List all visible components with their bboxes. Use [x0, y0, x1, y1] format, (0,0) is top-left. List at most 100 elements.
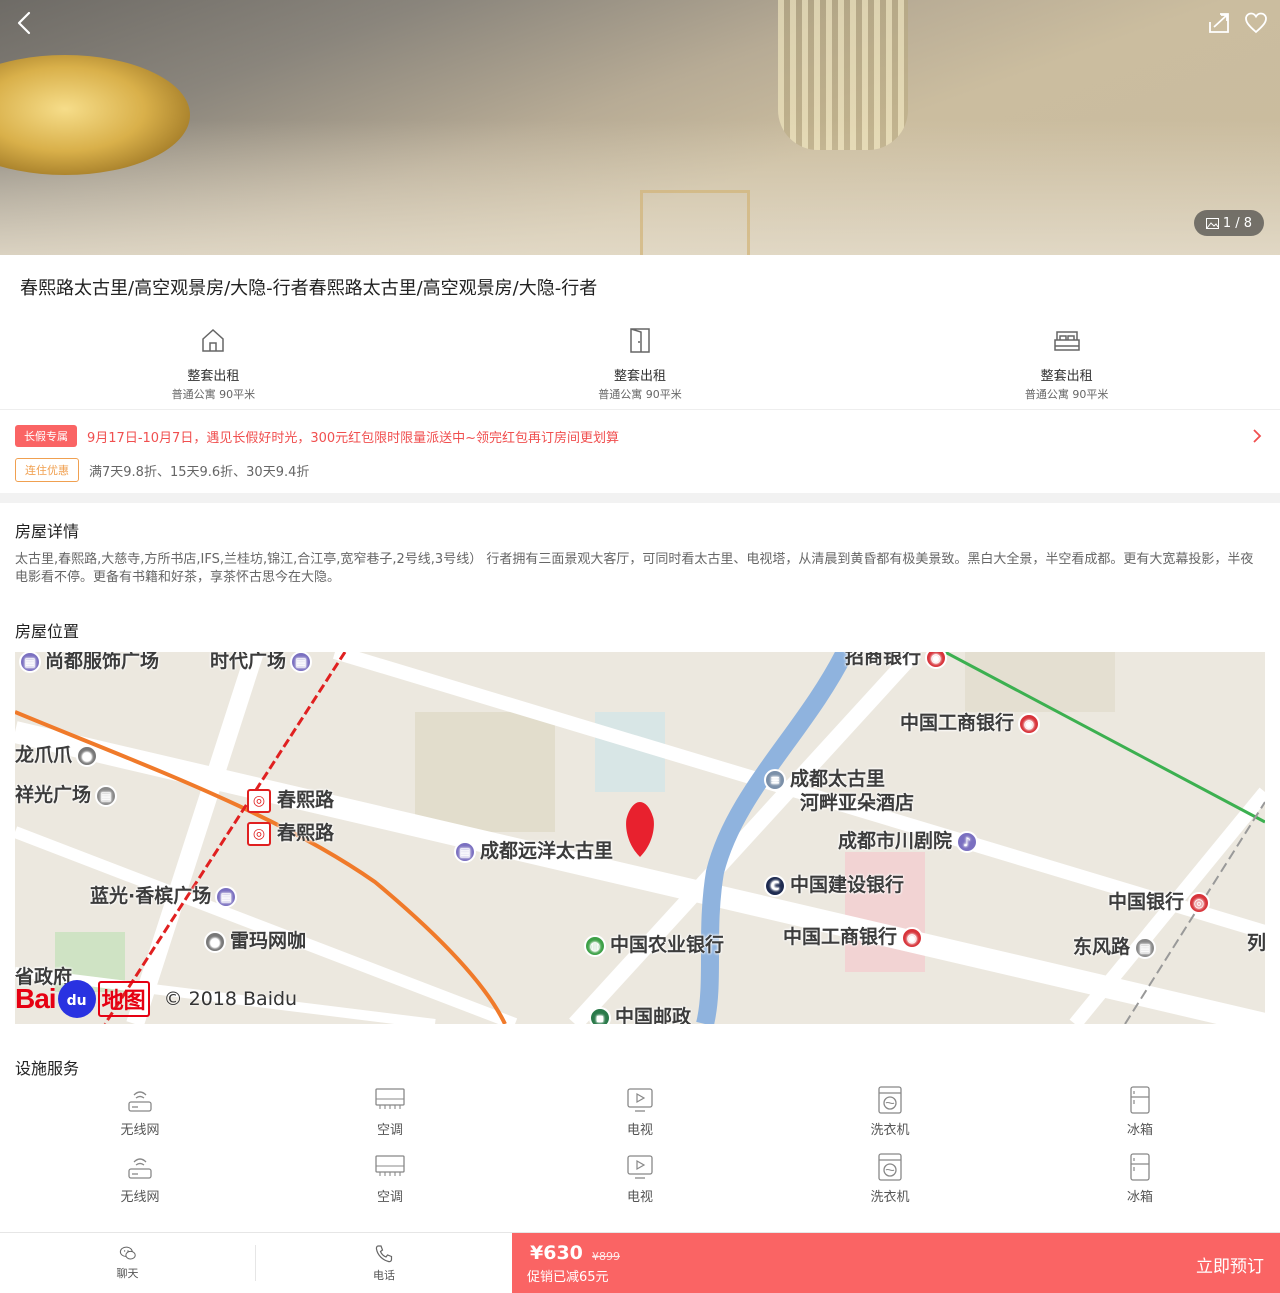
facility-label: 无线网: [120, 1123, 160, 1138]
phone-label: 电话: [373, 1268, 395, 1282]
price: ¥630: [530, 1242, 583, 1264]
map-label: 中国工商银行 ◉: [900, 708, 1044, 735]
photo-counter: 1 / 8: [1193, 210, 1264, 236]
facility-label: 空调: [376, 1123, 403, 1138]
facility-item: 无线网: [15, 1152, 265, 1205]
wifi-icon: [128, 1091, 152, 1112]
tv-icon: [627, 1088, 653, 1112]
map-label: ▪ 中国邮政: [585, 1002, 691, 1024]
promo-text-long-stay: 满7天9.8折、15天9.6折、30天9.4折: [89, 464, 310, 480]
map-copyright: © 2018 Baidu: [163, 988, 298, 1010]
spec-label: 整套出租: [1040, 369, 1093, 384]
map-label: C 中国建设银行: [760, 870, 904, 897]
phone-icon: [375, 1244, 393, 1262]
spec-sub: 普通公寓 90平米: [171, 388, 256, 401]
fridge-icon: [1130, 1153, 1150, 1181]
divider: [0, 409, 1280, 410]
facility-label: 冰箱: [1126, 1190, 1153, 1205]
facility-item: 洗衣机: [765, 1085, 1015, 1138]
book-now-label: 立即预订: [1196, 1257, 1264, 1277]
map-label: 河畔亚朵酒店: [800, 792, 915, 814]
facility-label: 冰箱: [1126, 1123, 1153, 1138]
location-map[interactable]: ▤ 尚都服饰广场 时代广场 ▤ 招商银行 ◉ 龙爪爪 ● 祥光广场 ▤ ◎ 春熙路 ◎ 春熙路…: [15, 652, 1265, 1024]
facility-item: 电视: [515, 1152, 765, 1205]
share-icon[interactable]: [1206, 10, 1232, 36]
spec-item: 整套出租 普通公寓 90平米: [0, 320, 427, 410]
map-label-metro: ◎ 春熙路: [247, 818, 334, 846]
baidu-logo: Bai du 地图 © 2018 Baidu: [15, 980, 297, 1018]
facility-label: 电视: [626, 1123, 653, 1138]
facilities-heading: 设施服务: [15, 1059, 80, 1078]
map-label: 东风路 ▤: [1073, 932, 1160, 959]
map-label-metro: ◎ 春熙路: [247, 785, 334, 813]
facility-item: 空调: [265, 1085, 515, 1138]
phone-button[interactable]: 电话: [256, 1233, 512, 1293]
map-label: 列: [1247, 932, 1265, 954]
details-text: 太古里,春熙路,大慈寺,方所书店,IFS,兰桂坊,锦江,合江亭,宽窄巷子,2号线…: [15, 552, 1254, 585]
baidu-paw-icon: du: [57, 980, 96, 1018]
promo-tag-holiday: 长假专属: [15, 425, 77, 447]
facilities-grid: 无线网 空调 电视 洗衣机 冰箱 无线网 空调 电视 洗衣机 冰箱: [15, 1085, 1265, 1205]
spec-row: 整套出租 普通公寓 90平米 整套出租 普通公寓 90平米 整套出租 普通公寓 …: [0, 320, 1280, 410]
chevron-right-icon[interactable]: [1252, 427, 1262, 445]
chandelier: [778, 0, 908, 150]
facility-label: 洗衣机: [870, 1123, 910, 1138]
facility-label: 空调: [376, 1190, 403, 1205]
chat-label: 聊天: [116, 1267, 139, 1280]
image-icon: [1205, 217, 1219, 229]
section-gap: [0, 493, 1280, 503]
original-price: ¥899: [592, 1250, 620, 1263]
spec-label: 整套出租: [187, 369, 240, 384]
spec-sub: 普通公寓 90平米: [598, 388, 682, 401]
facility-item: 电视: [515, 1085, 765, 1138]
chat-icon: [119, 1246, 136, 1260]
facility-label: 电视: [626, 1190, 653, 1205]
washer-icon: [878, 1086, 902, 1114]
facility-item: 空调: [265, 1152, 515, 1205]
photo-gallery[interactable]: 1 / 8: [0, 0, 1280, 255]
map-label: ◍ 中国农业银行: [580, 930, 724, 957]
wifi-icon: [128, 1158, 152, 1179]
photo-counter-text: 1 / 8: [1222, 215, 1252, 231]
promo-text-holiday: 9月17日-10月7日，遇见长假好时光，300元红包限时限量派送中~领完红包再订…: [87, 430, 620, 446]
fridge-icon: [1130, 1086, 1150, 1114]
details-heading: 房屋详情: [15, 522, 80, 541]
map-label: ● 雷玛网咖: [200, 926, 306, 953]
promo-holiday[interactable]: 长假专属 9月17日-10月7日，遇见长假好时光，300元红包限时限量派送中~领…: [15, 425, 619, 447]
listing-title: 春熙路太古里/高空观景房/大隐-行者春熙路太古里/高空观景房/大隐-行者: [20, 278, 598, 299]
spec-sub: 普通公寓 90平米: [1024, 388, 1109, 401]
map-label: 招商银行 ◉: [845, 652, 951, 669]
facility-label: 洗衣机: [870, 1190, 910, 1205]
spec-label: 整套出租: [614, 369, 667, 384]
book-now-button[interactable]: ¥630 ¥899 促销已减65元 立即预订: [512, 1233, 1280, 1293]
bottom-action-bar: 聊天 电话 ¥630 ¥899 促销已减65元 立即预订: [0, 1232, 1280, 1293]
chat-button[interactable]: 聊天: [0, 1245, 256, 1281]
facility-item: 冰箱: [1015, 1085, 1265, 1138]
map-label: 祥光广场 ▤: [15, 780, 121, 807]
bed-icon: [1053, 331, 1080, 351]
map-label: 中国工商银行 ◉: [783, 922, 927, 949]
listing-page: 1 / 8 春熙路太古里/高空观景房/大隐-行者春熙路太古里/高空观景房/大隐-…: [0, 0, 1280, 1293]
facility-item: 洗衣机: [765, 1152, 1015, 1205]
promo-long-stay: 连住优惠 满7天9.8折、15天9.6折、30天9.4折: [15, 458, 309, 482]
discount-text: 促销已减65元: [527, 1270, 609, 1285]
tv-icon: [627, 1155, 653, 1179]
spec-item: 整套出租 普通公寓 90平米: [853, 320, 1280, 410]
spec-item: 整套出租 普通公寓 90平米: [427, 320, 854, 410]
facility-item: 无线网: [15, 1085, 265, 1138]
map-label: 蓝光·香槟广场 ▤: [90, 881, 241, 908]
map-label: ≡ 成都太古里: [760, 764, 885, 791]
map-label: 时代广场 ▤: [210, 652, 316, 673]
promo-tag-long-stay: 连住优惠: [15, 458, 79, 482]
air-conditioner-icon: [375, 1088, 405, 1109]
facility-label: 无线网: [120, 1190, 160, 1205]
air-conditioner-icon: [375, 1155, 405, 1176]
map-label: 成都市川剧院 ♪: [838, 826, 982, 853]
map-label: ▤ 成都远洋太古里: [450, 836, 613, 863]
back-icon[interactable]: [12, 10, 38, 36]
map-label: 龙爪爪 ●: [15, 740, 102, 767]
washer-icon: [878, 1153, 902, 1181]
house-icon: [202, 328, 225, 352]
heart-icon[interactable]: [1243, 10, 1269, 36]
door-icon: [630, 328, 650, 353]
